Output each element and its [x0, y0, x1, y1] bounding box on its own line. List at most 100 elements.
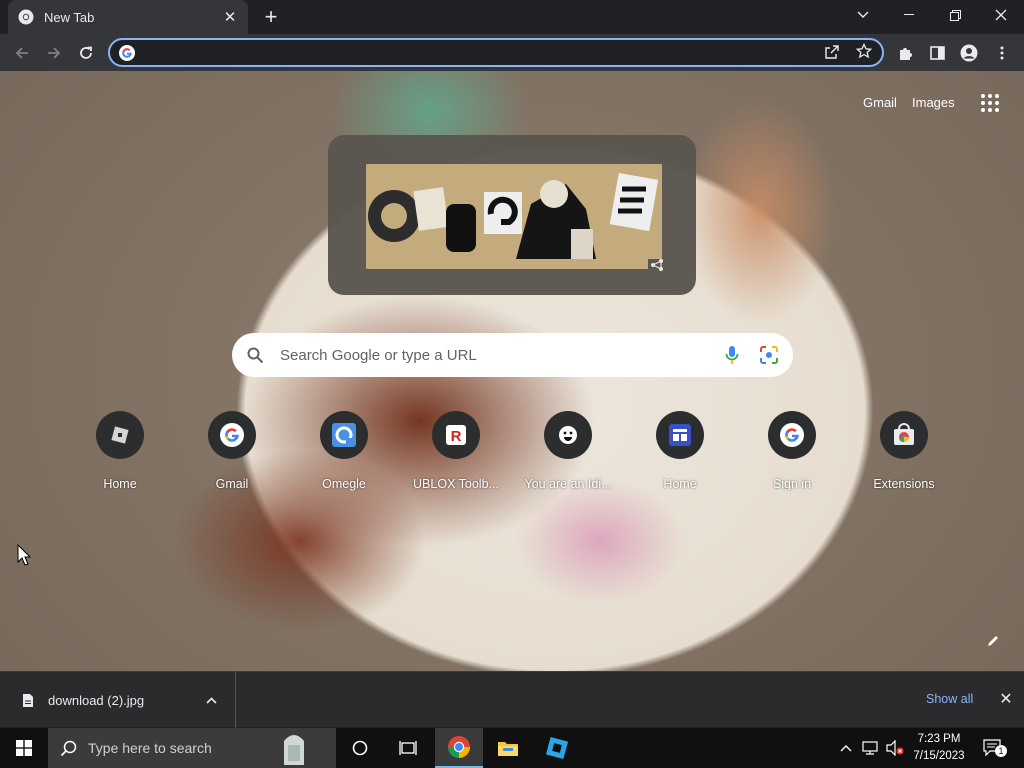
shortcut-label: Sign in: [772, 477, 812, 491]
extensions-button[interactable]: [893, 40, 919, 66]
clock-date: 7/15/2023: [913, 750, 965, 762]
taskbar-search-box[interactable]: Type here to search: [48, 728, 336, 768]
gmail-link[interactable]: Gmail: [863, 95, 897, 110]
google-icon: [119, 45, 135, 61]
clock-time: 7:23 PM: [917, 733, 961, 745]
google-icon: [768, 411, 816, 459]
shortcut-home[interactable]: Home: [64, 411, 176, 501]
forward-button[interactable]: [41, 40, 67, 66]
shortcut-gmail[interactable]: Gmail: [176, 411, 288, 501]
folder-icon: [498, 742, 518, 756]
shortcut-label: UBLOX Toolb...: [413, 477, 499, 491]
shortcut-extensions[interactable]: Extensions: [848, 411, 960, 501]
address-input[interactable]: [144, 43, 804, 63]
avatar-icon: [960, 44, 978, 62]
svg-text:R: R: [451, 428, 462, 445]
windows-taskbar: Type here to search 7:23 PM 7/15/2023 1: [0, 728, 1024, 768]
tab-close-button[interactable]: ✕: [222, 8, 238, 26]
shortcut-home-2[interactable]: Home: [624, 411, 736, 501]
chevron-up-icon: [206, 696, 217, 704]
network-button[interactable]: [859, 728, 883, 768]
download-options-button[interactable]: [206, 696, 217, 704]
taskbar-chrome-button[interactable]: [435, 728, 483, 768]
bookmark-button[interactable]: [855, 42, 874, 61]
restore-icon: [949, 9, 961, 21]
shortcut-label: Gmail: [215, 477, 249, 491]
windows-logo-icon: [16, 740, 32, 756]
minimize-button[interactable]: [886, 0, 932, 30]
start-button[interactable]: [0, 728, 48, 768]
search-placeholder: Search Google or type a URL: [280, 346, 477, 364]
search-icon: [60, 740, 77, 757]
show-all-downloads-link[interactable]: Show all: [926, 692, 973, 706]
file-icon: [23, 693, 33, 707]
shortcut-label: Home: [663, 477, 697, 491]
side-panel-icon: [929, 46, 945, 60]
restore-button[interactable]: [932, 0, 978, 30]
customize-chrome-button[interactable]: [983, 631, 1003, 651]
side-panel-button[interactable]: [924, 40, 950, 66]
close-download-bar-button[interactable]: ✕: [996, 689, 1016, 709]
show-hidden-icons-button[interactable]: [834, 728, 858, 768]
taskbar-file-explorer-button[interactable]: [484, 728, 532, 768]
site-icon: [656, 411, 704, 459]
roblox-red-icon: R: [432, 411, 480, 459]
new-tab-button[interactable]: +: [258, 4, 284, 30]
system-clock[interactable]: 7:23 PM 7/15/2023: [908, 731, 970, 765]
menu-button[interactable]: [989, 40, 1015, 66]
cortana-button[interactable]: [336, 728, 384, 768]
action-center-button[interactable]: 1: [978, 728, 1008, 768]
tab-search-button[interactable]: [840, 0, 886, 30]
share-button[interactable]: [824, 44, 842, 62]
chevron-up-icon: [840, 745, 852, 752]
mouse-cursor-icon: [17, 544, 31, 566]
reload-button[interactable]: [73, 40, 99, 66]
task-view-icon: [399, 741, 417, 755]
close-window-button[interactable]: [978, 0, 1024, 30]
shortcut-label: Omegle: [322, 477, 366, 491]
download-bar: download (2).jpg Show all ✕: [0, 671, 1024, 728]
shortcut-ublox-toolbox[interactable]: R UBLOX Toolb...: [400, 411, 512, 501]
chevron-down-icon: [857, 11, 869, 18]
google-lens-icon: [760, 346, 778, 364]
profile-button[interactable]: [956, 40, 982, 66]
minimize-icon: [904, 14, 914, 15]
roblox-studio-icon: [545, 736, 569, 760]
task-view-button[interactable]: [384, 728, 432, 768]
volume-button[interactable]: [883, 728, 907, 768]
google-doodle[interactable]: [366, 164, 662, 269]
shortcut-omegle[interactable]: Omegle: [288, 411, 400, 501]
taskbar-search-placeholder: Type here to search: [88, 740, 212, 756]
tab-new-tab[interactable]: New Tab ✕: [8, 0, 248, 34]
shortcut-sign-in[interactable]: Sign in: [736, 411, 848, 501]
ntp-search-box[interactable]: Search Google or type a URL: [232, 333, 793, 377]
address-bar[interactable]: [108, 38, 884, 67]
chrome-icon: [18, 9, 34, 25]
volume-muted-icon: [886, 740, 904, 756]
shortcut-label: Home: [103, 477, 137, 491]
star-icon: [855, 42, 873, 59]
google-apps-button[interactable]: [976, 89, 1004, 117]
search-icon: [247, 347, 264, 364]
close-icon: [995, 9, 1007, 21]
new-tab-page: Gmail Images Search Google or type a URL: [0, 71, 1024, 671]
taskbar-roblox-studio-button[interactable]: [533, 728, 581, 768]
pencil-icon: [988, 636, 998, 646]
shortcut-you-are-an-idiot[interactable]: You are an Idi...: [512, 411, 624, 501]
network-icon: [862, 741, 878, 755]
arrow-right-icon: [48, 47, 61, 59]
back-button[interactable]: [9, 40, 35, 66]
voice-search-button[interactable]: [725, 345, 739, 365]
download-item[interactable]: download (2).jpg: [0, 672, 236, 728]
lens-search-button[interactable]: [759, 345, 779, 365]
search-highlight-icon: [284, 735, 304, 765]
shortcut-label: Extensions: [873, 477, 935, 491]
notification-badge: 1: [995, 745, 1007, 757]
share-icon: [825, 45, 839, 59]
doodle-share-button[interactable]: [650, 258, 666, 274]
shortcut-label: You are an Idi...: [524, 477, 612, 491]
puzzle-icon: [900, 48, 912, 60]
smiley-icon: [544, 411, 592, 459]
images-link[interactable]: Images: [912, 95, 955, 110]
reload-icon: [80, 46, 92, 59]
